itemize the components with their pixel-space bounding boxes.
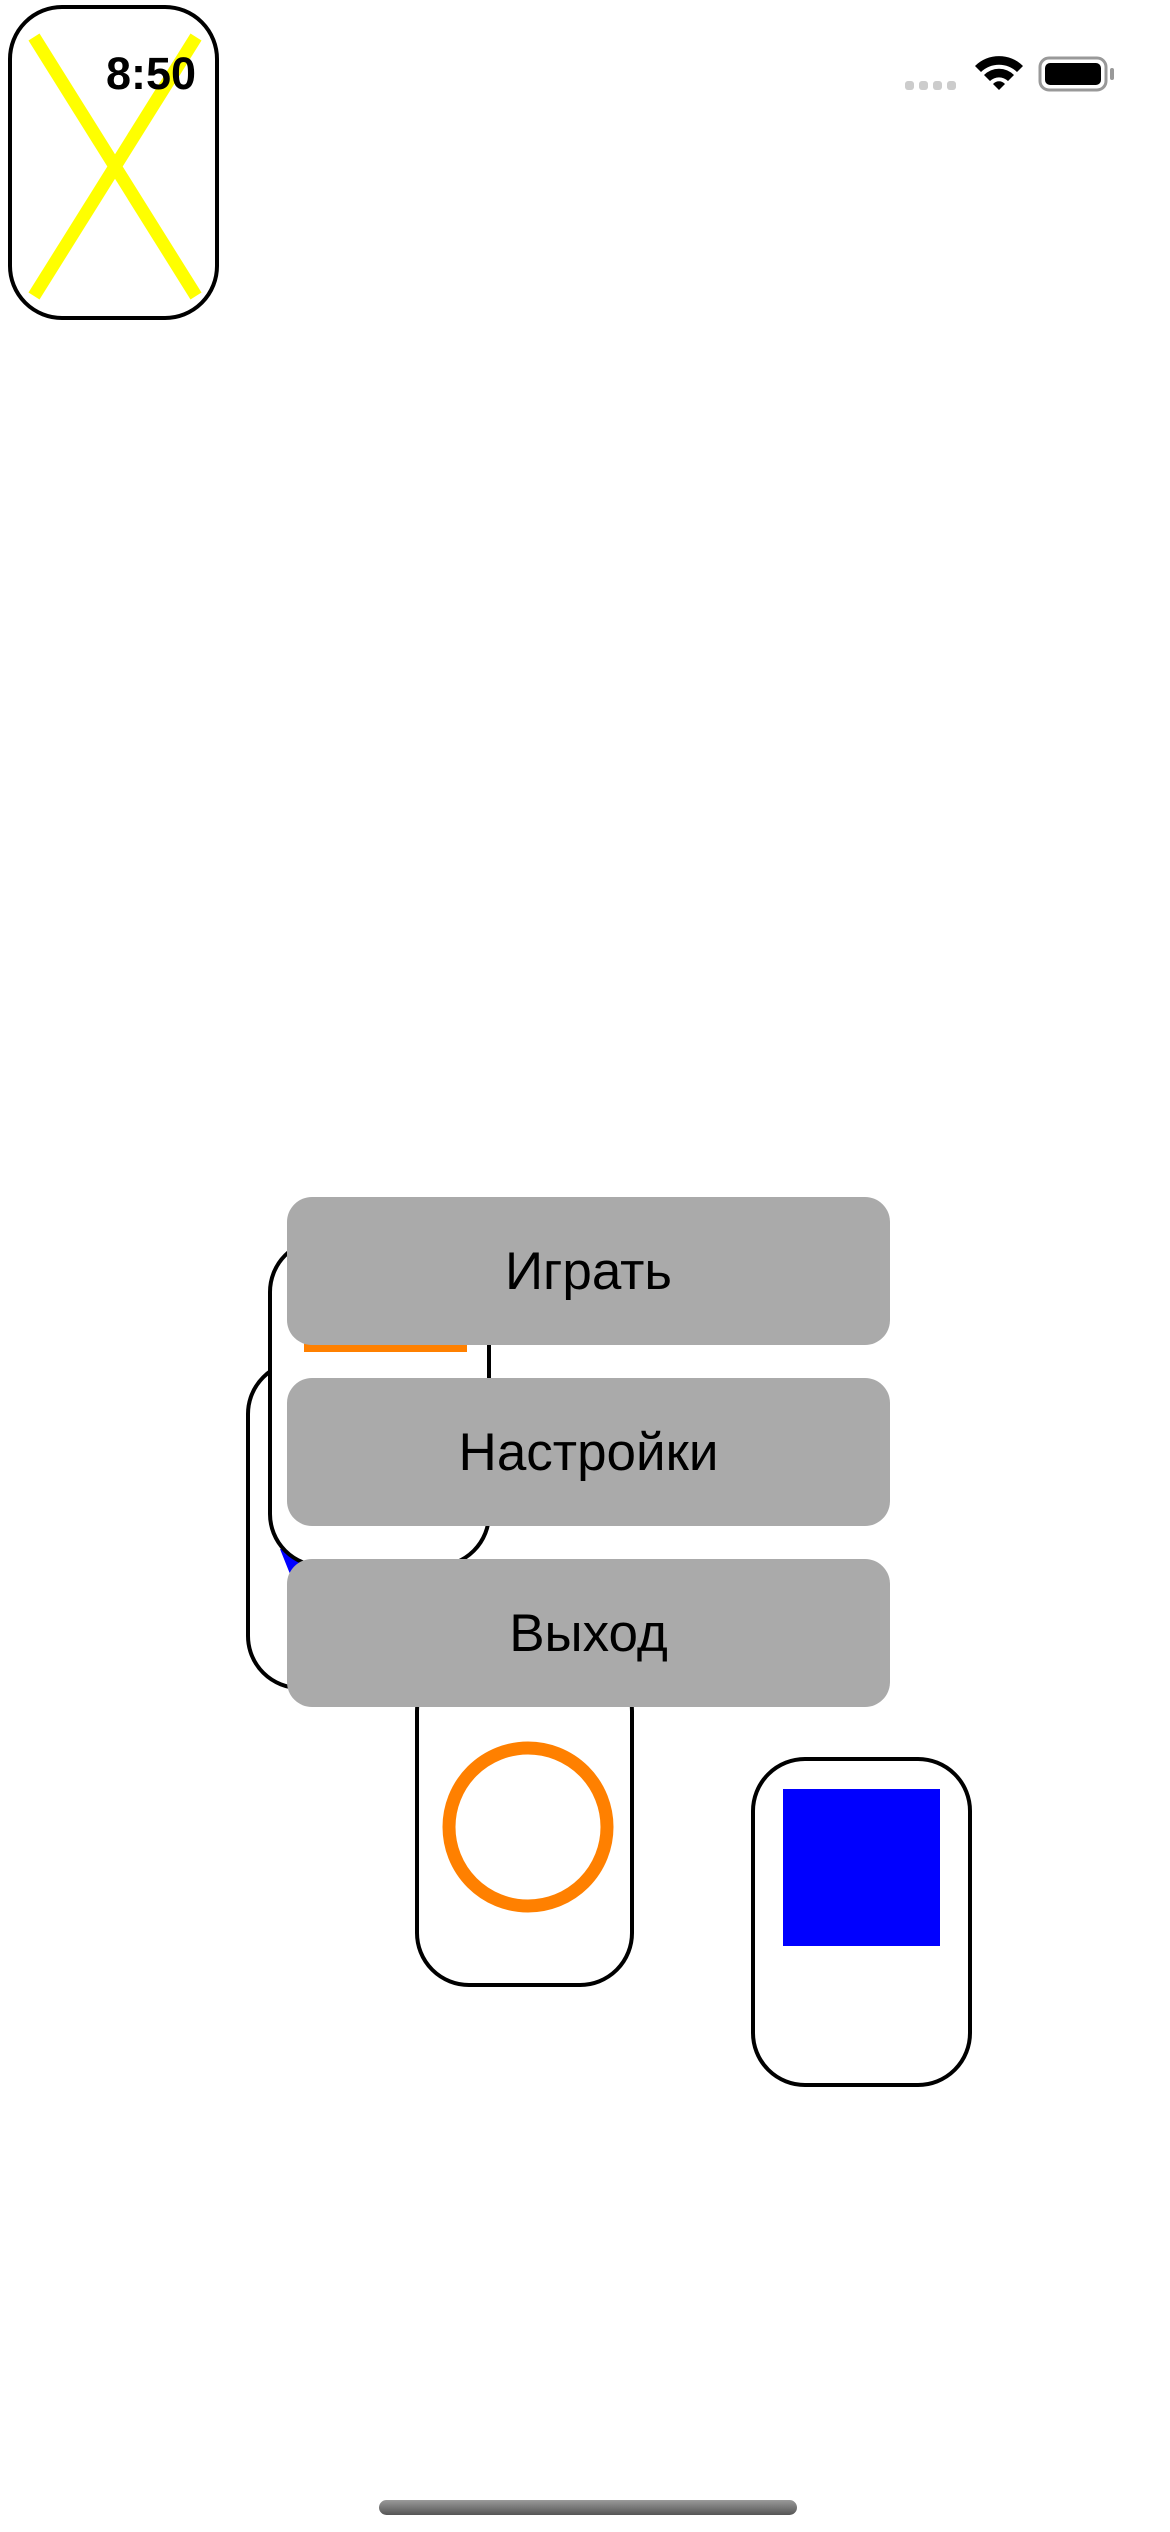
battery-icon: [1038, 56, 1114, 92]
home-indicator[interactable]: [379, 2500, 797, 2515]
exit-button[interactable]: Выход: [287, 1559, 890, 1707]
settings-button[interactable]: Настройки: [287, 1378, 890, 1526]
status-time: 8:50: [106, 48, 197, 99]
cellular-signal-icon: [905, 81, 956, 90]
wifi-icon: [975, 56, 1023, 90]
blue-square-symbol: [783, 1789, 940, 1946]
play-button[interactable]: Играть: [287, 1197, 890, 1345]
card-square-blue[interactable]: [751, 1757, 972, 2087]
status-icons: [905, 56, 1114, 92]
circle-symbol: [442, 1741, 614, 1913]
